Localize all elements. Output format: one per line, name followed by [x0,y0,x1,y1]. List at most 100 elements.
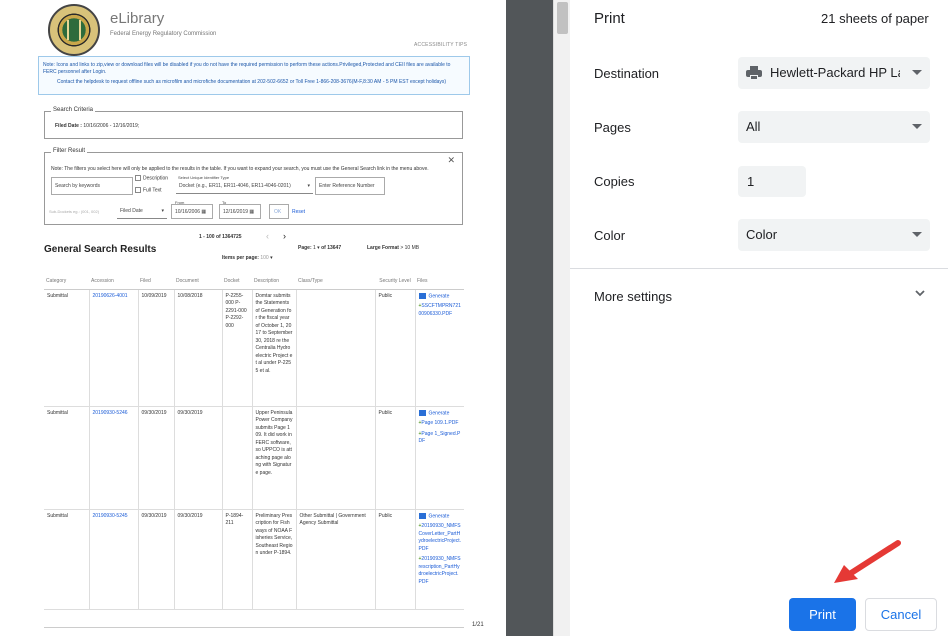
ok-button: OK [269,204,289,219]
large-format-label: Large Format [367,245,399,251]
search-criteria-box: Search Criteria Filed Date : 10/16/2006 … [44,107,463,139]
fulltext-label: Full Text [143,187,162,194]
destination-label: Destination [594,66,660,81]
column-header: Files [415,263,464,290]
next-page-icon: › [283,231,286,241]
generate-link: Generate [418,409,462,418]
items-per-page: Items per page: 100 ▾ [222,255,273,261]
cell-files: Generate +20190930_NMFS CoverLetter_Part… [414,509,464,610]
page-number: 1/21 [472,622,484,628]
chevron-down-icon[interactable] [913,286,927,303]
cell-files: Generate +Page 109.1.PDF +Page 1_Signed.… [414,406,464,510]
identifier-type-value: Docket (e.g., ER11, ER11-4046, ER11-4046… [179,183,291,189]
sheet-count: 21 sheets of paper [821,11,929,26]
file-link: +20190930_NMFS CoverLetter_PartHydroelec… [418,523,462,552]
table-row: Submittal 20190626-4001 10/09/2019 10/08… [44,289,464,407]
cell-filed: 09/30/2019 [137,406,174,510]
file-link: +Page 109.1.PDF [418,420,459,427]
cell-description: Preliminary Prescription for Fishways of… [251,509,296,610]
destination-value: Hewlett-Packard HP LaserJet [770,65,900,80]
cell-accession: 20190626-4001 [88,289,138,407]
pages-label: Pages [594,120,631,135]
column-header: Filed [138,263,174,290]
cell-accession: 20190930-5245 [88,509,138,610]
close-icon: ✕ [447,155,455,165]
copies-input[interactable]: 1 [738,166,806,197]
generate-link: Generate [418,512,462,521]
copies-label: Copies [594,174,635,189]
date-type-value: Filed Date [120,208,143,214]
description-checkbox: Description [135,175,168,181]
cell-docket: P-2255-000 P-2291-000 P-2292-000 [221,289,252,407]
column-header: Security Level [375,263,415,290]
site-subtitle: Federal Energy Regulatory Commission [110,31,217,37]
to-date-input: 12/16/2019 ▦ [219,204,261,219]
column-header: Accession [89,263,138,290]
cell-filed: 10/09/2019 [137,289,174,407]
cell-category: Submittal [44,509,89,610]
from-date-value: 10/16/2006 [175,209,201,215]
filed-date-criteria: Filed Date : 10/16/2006 - 12/16/2019; [55,123,139,129]
dropdown-caret-icon [912,124,922,129]
cell-security: Public [374,509,415,610]
column-header: Description [252,263,296,290]
color-label: Color [594,228,626,243]
filter-result-box: Filter Result ✕ Note: The filters you se… [44,148,463,225]
page-label: Page: [298,245,312,251]
search-criteria-legend: Search Criteria [51,107,96,113]
cell-docket: P-1894-211 [221,509,252,610]
items-per-page-label: Items per page: [222,255,259,261]
cell-document: 09/30/2019 [173,406,222,510]
cell-document: 10/08/2018 [173,289,222,407]
print-preview-area: eLibrary Federal Energy Regulatory Commi… [0,0,553,636]
column-header: Document [174,263,222,290]
cell-description: Domtar submits the Statements of Generat… [251,289,296,407]
destination-select[interactable]: Hewlett-Packard HP LaserJet [738,57,930,89]
page-of: of 13647 [321,245,342,251]
cell-category: Submittal [44,289,89,407]
cancel-button[interactable]: Cancel [865,598,937,631]
cell-class-type: Other Submittal | Government Agency Subm… [295,509,375,610]
scrollbar-thumb[interactable] [557,2,568,34]
cell-document: 09/30/2019 [173,509,222,610]
cell-class-type [295,406,375,510]
permission-notice: Note: Icons and links to zip,view or dow… [38,56,470,95]
filed-date-value: 10/16/2006 - 12/16/2019; [83,123,140,129]
pages-select[interactable]: All [738,111,930,143]
description-label: Description [143,175,169,182]
table-header-row: Category Accession Filed Document Docket… [44,263,464,290]
filter-result-legend: Filter Result [51,148,88,154]
preview-scrollbar[interactable] [553,0,570,636]
prev-page-icon: ‹ [266,231,269,241]
keyword-input: Search by keywords [51,177,133,195]
results-heading: General Search Results [44,244,157,255]
file-icon [418,409,426,416]
file-link: +SSCFTMPRN721 00906330.PDF [418,303,461,317]
notice-line-2: Contact the helpdesk to request offline … [57,79,447,85]
cell-security: Public [374,406,415,510]
results-range: 1 - 100 of 1364725 [199,234,242,240]
more-settings-toggle[interactable]: More settings [594,289,672,304]
printer-icon [746,66,762,80]
accessibility-tips-link: ACCESSIBILITY TIPS [414,42,468,48]
large-format-value: > 10 MB [400,245,420,251]
fulltext-checkbox: Full Text [135,187,162,193]
reset-link: Reset [292,209,306,215]
file-link: +Page 1_Signed.PDF [418,430,461,445]
color-select[interactable]: Color [738,219,930,251]
column-header: Docket [222,263,252,290]
filter-note: Note: The filters you select here will o… [51,166,429,172]
print-button[interactable]: Print [789,598,856,631]
reference-number-input: Enter Reference Number [315,177,385,195]
date-type-select: Filed Date ▾ [117,204,167,219]
ferc-seal-logo [48,4,100,56]
cell-files: Generate +SSCFTMPRN721 00906330.PDF [414,289,464,407]
preview-page: eLibrary Federal Energy Regulatory Commi… [0,0,506,636]
items-per-page-value: 100 [260,255,269,261]
subdocket-input: Sub-Dockets eg.: (001, 002) [49,209,100,214]
column-header: Category [44,263,89,290]
results-table: Category Accession Filed Document Docket… [44,263,464,610]
notice-line-1: Note: Icons and links to zip,view or dow… [43,62,451,75]
large-format-indicator: Large Format > 10 MB [367,245,419,251]
page-value: 1 [313,245,316,251]
